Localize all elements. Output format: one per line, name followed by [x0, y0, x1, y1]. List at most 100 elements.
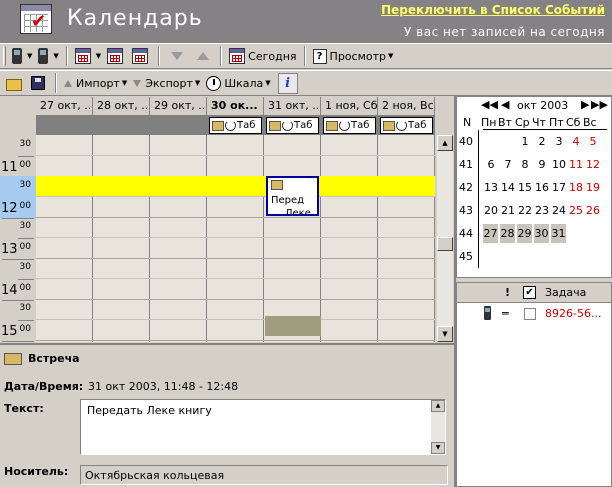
day-of-week-label: Пн	[481, 116, 497, 129]
week-number[interactable]: 45	[459, 250, 473, 263]
new-event-button[interactable]: ▼	[72, 45, 104, 67]
all-day-event[interactable]: Таб	[209, 117, 262, 134]
day-header[interactable]: 28 окт, ...	[93, 97, 150, 115]
day-column[interactable]	[321, 135, 378, 342]
event-type-label: Встреча	[28, 352, 80, 365]
all-day-event[interactable]: Таб	[380, 117, 433, 134]
task-done-checkbox[interactable]	[524, 308, 536, 320]
all-day-event[interactable]: Таб	[266, 117, 319, 134]
mini-calendar-day[interactable]: 27	[483, 224, 498, 243]
mini-calendar-day[interactable]: 7	[500, 158, 516, 171]
export-button[interactable]: Экспорт ▼	[130, 72, 203, 94]
last-month-button[interactable]: ▶▶	[591, 98, 608, 111]
task-column-header[interactable]: Задача	[545, 286, 586, 299]
prev-month-button[interactable]: ◀	[501, 98, 509, 111]
mini-calendar-day[interactable]: 3	[551, 135, 567, 148]
day-column[interactable]	[264, 135, 321, 342]
text-scrollbar[interactable]: ▲ ▼	[431, 400, 445, 454]
day-header[interactable]: 27 окт, ...	[36, 97, 93, 115]
time-hour: 14	[1, 282, 18, 298]
mini-calendar-day[interactable]: 13	[483, 181, 499, 194]
day-header[interactable]: 2 ноя, Вс	[378, 97, 435, 115]
day-column[interactable]	[378, 135, 435, 342]
mini-calendar-day[interactable]: 5	[585, 135, 601, 148]
day-header[interactable]: 1 ноя, Сб	[321, 97, 378, 115]
save-button[interactable]	[28, 72, 51, 94]
scroll-down-button[interactable]: ▼	[437, 326, 453, 342]
time-slot: 12 00	[0, 196, 36, 219]
mini-calendar-day[interactable]: 21	[500, 204, 516, 217]
week-view-button[interactable]	[104, 45, 129, 67]
mini-calendar-day[interactable]: 19	[585, 181, 601, 194]
mini-calendar-day[interactable]: 29	[517, 224, 532, 243]
mini-calendar-day[interactable]: 14	[500, 181, 516, 194]
task-row[interactable]: ═ 8926-56...	[457, 305, 611, 323]
next-month-button[interactable]: ▶	[581, 98, 589, 111]
scroll-up-button[interactable]: ▲	[437, 135, 453, 151]
mini-calendar-day[interactable]: 10	[551, 158, 567, 171]
mini-calendar-day[interactable]: 9	[534, 158, 550, 171]
text-scroll-up[interactable]: ▲	[431, 400, 445, 412]
mini-calendar-day[interactable]: 1	[517, 135, 533, 148]
move-up-button[interactable]	[190, 45, 216, 67]
first-month-button[interactable]: ◀◀	[481, 98, 498, 111]
day-header[interactable]: 31 окт, ...	[264, 97, 321, 115]
calendar-scrollbar[interactable]: ▲ ▼	[437, 135, 453, 342]
mini-calendar-day[interactable]: 26	[585, 204, 601, 217]
mini-calendar-day[interactable]: 12	[585, 158, 601, 171]
day-column[interactable]	[150, 135, 207, 342]
open-button[interactable]	[3, 72, 28, 94]
scroll-thumb[interactable]	[437, 237, 453, 251]
mini-calendar-day[interactable]: 17	[551, 181, 567, 194]
import-button[interactable]: Импорт ▼	[61, 72, 130, 94]
week-number[interactable]: 40	[459, 135, 473, 148]
scale-button[interactable]: Шкала ▼	[203, 72, 273, 94]
carrier-field[interactable]: Октябрьская кольцевая	[80, 465, 448, 485]
appointment-block[interactable]: Перед Леке	[266, 176, 319, 216]
phone-down-button[interactable]: ▼	[35, 45, 61, 67]
all-day-event[interactable]: Таб	[323, 117, 376, 134]
mini-calendar-day[interactable]: 22	[517, 204, 533, 217]
mini-calendar-day[interactable]: 31	[551, 224, 566, 243]
day-column[interactable]	[207, 135, 264, 342]
mini-calendar-day[interactable]: 4	[568, 135, 584, 148]
delete-event-button[interactable]	[129, 45, 154, 67]
calendar-grid[interactable]: Перед Леке	[36, 135, 435, 342]
today-button[interactable]: Сегодня	[226, 45, 299, 67]
week-number[interactable]: 44	[459, 227, 473, 240]
mini-calendar-day[interactable]: 30	[534, 224, 549, 243]
move-down-button[interactable]	[164, 45, 190, 67]
mini-calendar-day[interactable]: 6	[483, 158, 499, 171]
day-header[interactable]: 30 ок...	[207, 97, 264, 115]
mini-calendar-day[interactable]: 11	[568, 158, 584, 171]
week-number[interactable]: 42	[459, 181, 473, 194]
all-day-row[interactable]: Таб Таб Таб Таб	[36, 115, 435, 135]
busy-block[interactable]	[265, 316, 321, 336]
event-text-field[interactable]: Передать Леке книгу ▲ ▼	[80, 399, 446, 455]
mini-calendar-day[interactable]: 20	[483, 204, 499, 217]
day-header[interactable]: 29 окт, ...	[150, 97, 207, 115]
mini-calendar-day[interactable]: 15	[517, 181, 533, 194]
mini-calendar-day[interactable]: 18	[568, 181, 584, 194]
time-minute: 00	[19, 159, 31, 170]
info-button[interactable]: i	[277, 72, 298, 94]
toolbar-grip[interactable]	[3, 46, 6, 66]
switch-to-event-list-link[interactable]: Переключить в Список Событий	[381, 3, 605, 17]
mini-calendar-day[interactable]: 25	[568, 204, 584, 217]
mini-calendar-day[interactable]: 23	[534, 204, 550, 217]
day-column[interactable]	[93, 135, 150, 342]
mini-calendar-day[interactable]: 16	[534, 181, 550, 194]
mini-calendar-day[interactable]: 24	[551, 204, 567, 217]
view-button[interactable]: ? Просмотр ▼	[310, 45, 397, 67]
mini-calendar-day[interactable]: 2	[534, 135, 550, 148]
day-column[interactable]	[36, 135, 93, 342]
mini-calendar-day[interactable]: 28	[500, 224, 515, 243]
done-column-header[interactable]: ✔	[523, 286, 536, 299]
week-number[interactable]: 41	[459, 158, 473, 171]
text-scroll-down[interactable]: ▼	[431, 442, 445, 454]
phone-button[interactable]: ▼	[9, 45, 35, 67]
mini-calendar-day[interactable]: 8	[517, 158, 533, 171]
priority-column-header[interactable]: !	[505, 286, 510, 299]
week-number[interactable]: 43	[459, 204, 473, 217]
chevron-down-icon: ▼	[194, 79, 201, 87]
